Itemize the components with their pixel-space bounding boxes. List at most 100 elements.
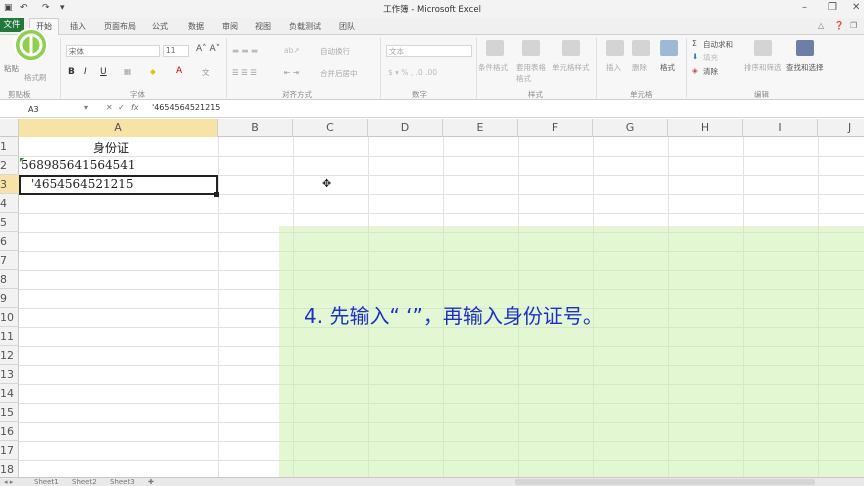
- column-header-d[interactable]: D: [368, 119, 443, 137]
- format-cells-icon[interactable]: [660, 40, 678, 56]
- tab-insert[interactable]: 插入: [70, 21, 86, 32]
- formula-input[interactable]: '4654564521215: [152, 103, 220, 112]
- cell-styles-button[interactable]: 单元格样式: [552, 62, 590, 73]
- sheet-tab-1[interactable]: Sheet1: [34, 478, 59, 486]
- table-format-button[interactable]: 套用表格格式: [516, 62, 548, 84]
- tab-data[interactable]: 数据: [188, 21, 204, 32]
- currency-percent-icon[interactable]: $ ▾ % , .0 .00: [388, 68, 437, 77]
- autosum-icon[interactable]: Σ: [692, 39, 697, 48]
- insert-cells-button[interactable]: 插入: [606, 62, 621, 73]
- tab-team[interactable]: 团队: [339, 21, 355, 32]
- borders-icon[interactable]: ▦: [124, 67, 131, 76]
- workbook-restore-icon[interactable]: ❐: [850, 21, 857, 30]
- close-icon[interactable]: ✕: [852, 2, 860, 13]
- column-header-a[interactable]: A: [19, 119, 218, 137]
- phonetic-icon[interactable]: 文: [202, 67, 210, 78]
- cancel-entry-icon[interactable]: ✕: [106, 103, 113, 112]
- row-header[interactable]: 11: [0, 327, 19, 346]
- insert-sheet-icon[interactable]: ✚: [148, 478, 154, 486]
- column-header-f[interactable]: F: [518, 119, 593, 137]
- minimize-icon[interactable]: –: [802, 2, 807, 13]
- conditional-format-icon[interactable]: [486, 40, 504, 56]
- column-header-g[interactable]: G: [593, 119, 668, 137]
- row-header[interactable]: 17: [0, 441, 19, 460]
- increase-font-icon[interactable]: A˄ A˅: [196, 44, 220, 54]
- row-header[interactable]: 1: [0, 137, 19, 156]
- tab-view[interactable]: 视图: [255, 21, 271, 32]
- format-painter-button[interactable]: 格式刷: [24, 72, 47, 83]
- name-box[interactable]: A3: [22, 103, 92, 116]
- fill-color-icon[interactable]: ◆: [150, 67, 156, 76]
- row-header[interactable]: 6: [0, 232, 19, 251]
- insert-function-icon[interactable]: fx: [131, 103, 139, 112]
- format-cells-button[interactable]: 格式: [660, 62, 675, 73]
- name-box-dropdown-icon[interactable]: ▾: [84, 103, 88, 112]
- row-header[interactable]: 10: [0, 308, 19, 327]
- align-left-icon[interactable]: ☰ ☰ ☰: [232, 68, 257, 77]
- minimize-ribbon-icon[interactable]: △: [818, 21, 824, 30]
- row-header[interactable]: 5: [0, 213, 19, 232]
- cell-a3-editor[interactable]: '4654564521215: [31, 177, 134, 191]
- italic-icon[interactable]: I: [84, 67, 87, 77]
- column-header-h[interactable]: H: [668, 119, 743, 137]
- row-header[interactable]: 3: [0, 175, 19, 194]
- cell-styles-icon[interactable]: [562, 40, 580, 56]
- row-header[interactable]: 2: [0, 156, 19, 175]
- delete-cells-icon[interactable]: [632, 40, 650, 56]
- column-header-e[interactable]: E: [443, 119, 518, 137]
- tab-load-test[interactable]: 负载测试: [289, 21, 321, 32]
- delete-cells-button[interactable]: 删除: [632, 62, 647, 73]
- clear-icon[interactable]: ◈: [692, 66, 698, 75]
- font-color-icon[interactable]: A: [176, 66, 182, 76]
- tab-formulas[interactable]: 公式: [152, 21, 168, 32]
- cell-a2[interactable]: 568985641564541: [21, 158, 136, 172]
- sheet-tab-2[interactable]: Sheet2: [72, 478, 97, 486]
- find-select-button[interactable]: 查找和选择: [786, 62, 824, 73]
- row-header[interactable]: 7: [0, 251, 19, 270]
- column-header-b[interactable]: B: [218, 119, 293, 137]
- autosum-button[interactable]: 自动求和: [703, 39, 733, 50]
- find-select-icon[interactable]: [796, 40, 814, 56]
- sheet-nav-icon[interactable]: ◂ ▸: [4, 478, 13, 486]
- sheet-tab-3[interactable]: Sheet3: [110, 478, 135, 486]
- insert-cells-icon[interactable]: [606, 40, 624, 56]
- horizontal-scrollbar[interactable]: [515, 479, 815, 485]
- row-header[interactable]: 8: [0, 270, 19, 289]
- error-indicator-icon[interactable]: [20, 158, 24, 162]
- tab-page-layout[interactable]: 页面布局: [104, 21, 136, 32]
- wrap-text-button[interactable]: 自动换行: [320, 46, 350, 57]
- restore-icon[interactable]: ❐: [828, 2, 837, 13]
- enter-entry-icon[interactable]: ✓: [118, 103, 125, 112]
- tab-review[interactable]: 审阅: [222, 21, 238, 32]
- paste-button[interactable]: 粘贴: [4, 63, 19, 74]
- merge-center-button[interactable]: 合并后居中: [320, 68, 358, 79]
- column-header-c[interactable]: C: [293, 119, 368, 137]
- align-top-icon[interactable]: ▬ ▬ ▬: [232, 46, 258, 55]
- column-header-j[interactable]: J: [818, 119, 864, 137]
- number-format-select[interactable]: 文本: [386, 45, 472, 57]
- sort-filter-button[interactable]: 排序和筛选: [744, 62, 782, 73]
- font-name-select[interactable]: 宋体: [66, 45, 160, 57]
- row-header[interactable]: 13: [0, 365, 19, 384]
- cell-a1[interactable]: 身份证: [93, 139, 129, 156]
- fill-icon[interactable]: ⬇: [692, 52, 698, 61]
- clear-button[interactable]: 清除: [703, 66, 718, 77]
- row-header[interactable]: 12: [0, 346, 19, 365]
- indent-icon[interactable]: ⇤ ⇥: [284, 68, 299, 77]
- row-header[interactable]: 14: [0, 384, 19, 403]
- bold-icon[interactable]: B: [68, 67, 75, 77]
- help-icon[interactable]: ❓: [834, 21, 844, 30]
- orientation-icon[interactable]: ab↗: [284, 46, 300, 55]
- sort-filter-icon[interactable]: [754, 40, 772, 56]
- row-header[interactable]: 15: [0, 403, 19, 422]
- fill-button[interactable]: 填充: [703, 52, 718, 63]
- table-format-icon[interactable]: [522, 40, 540, 56]
- select-all-corner[interactable]: [0, 119, 19, 137]
- row-header[interactable]: 4: [0, 194, 19, 213]
- conditional-format-button[interactable]: 条件格式: [478, 62, 508, 73]
- column-header-i[interactable]: I: [743, 119, 818, 137]
- font-size-select[interactable]: 11: [163, 45, 189, 57]
- row-header[interactable]: 16: [0, 422, 19, 441]
- fill-handle[interactable]: [214, 192, 219, 197]
- underline-icon[interactable]: U: [100, 67, 107, 77]
